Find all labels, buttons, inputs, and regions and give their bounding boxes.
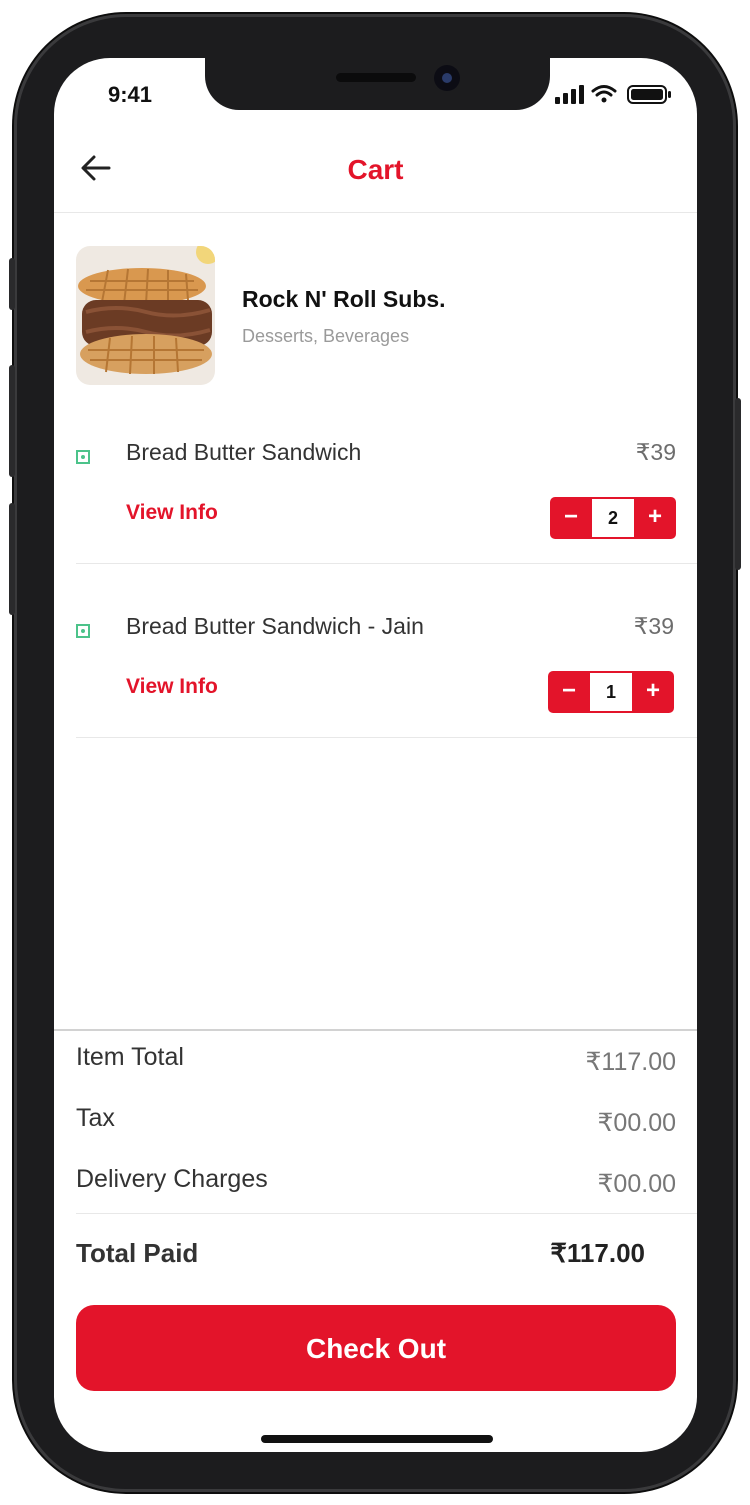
summary-divider bbox=[54, 1029, 697, 1031]
store-categories: Desserts, Beverages bbox=[242, 326, 410, 346]
battery-icon bbox=[627, 85, 671, 104]
home-indicator[interactable] bbox=[261, 1435, 493, 1443]
delivery-value: ₹00.00 bbox=[597, 1170, 676, 1198]
screen: 9:41 Cart Rock N' Roll Subs. Desserts, B… bbox=[54, 58, 697, 1452]
item-divider bbox=[76, 737, 697, 738]
delivery-label: Delivery Charges bbox=[76, 1165, 268, 1193]
mute-switch bbox=[9, 258, 15, 310]
item-name: Bread Butter Sandwich - Jain bbox=[126, 613, 424, 639]
view-info-link[interactable]: View Info bbox=[126, 501, 218, 525]
quantity-stepper: − 1 + bbox=[548, 671, 674, 713]
quantity-value: 2 bbox=[592, 499, 634, 537]
page-title: Cart bbox=[347, 154, 404, 185]
item-price: ₹39 bbox=[635, 439, 676, 465]
tax-row: Tax ₹00.00 bbox=[76, 1104, 676, 1144]
total-divider bbox=[76, 1213, 697, 1214]
wifi-icon bbox=[591, 85, 617, 103]
header: Cart bbox=[54, 138, 697, 213]
speaker-grille bbox=[336, 73, 416, 82]
volume-up-button bbox=[9, 365, 15, 477]
power-button bbox=[735, 398, 741, 570]
checkout-button[interactable]: Check Out bbox=[76, 1305, 676, 1391]
decrement-button[interactable]: − bbox=[548, 671, 590, 713]
increment-button[interactable]: + bbox=[634, 497, 676, 539]
decrement-button[interactable]: − bbox=[550, 497, 592, 539]
volume-down-button bbox=[9, 503, 15, 615]
cellular-signal-icon bbox=[555, 85, 584, 104]
camera-icon bbox=[434, 65, 460, 91]
tax-value: ₹00.00 bbox=[597, 1109, 676, 1137]
item-name: Bread Butter Sandwich bbox=[126, 439, 362, 465]
item-price: ₹39 bbox=[633, 613, 674, 639]
notch bbox=[205, 58, 550, 110]
status-time: 9:41 bbox=[108, 82, 153, 107]
total-paid-value: ₹117.00 bbox=[550, 1238, 645, 1268]
veg-indicator-icon bbox=[76, 624, 90, 638]
tax-label: Tax bbox=[76, 1104, 115, 1132]
delivery-row: Delivery Charges ₹00.00 bbox=[76, 1165, 676, 1205]
status-icons bbox=[555, 83, 673, 105]
item-total-label: Item Total bbox=[76, 1043, 184, 1071]
store-image[interactable] bbox=[76, 246, 215, 385]
increment-button[interactable]: + bbox=[632, 671, 674, 713]
quantity-value: 1 bbox=[590, 673, 632, 711]
item-total-value: ₹117.00 bbox=[585, 1048, 676, 1076]
view-info-link[interactable]: View Info bbox=[126, 675, 218, 699]
total-paid-label: Total Paid bbox=[76, 1238, 199, 1268]
item-divider bbox=[76, 563, 697, 564]
quantity-stepper: − 2 + bbox=[550, 497, 676, 539]
item-total-row: Item Total ₹117.00 bbox=[76, 1043, 676, 1083]
veg-indicator-icon bbox=[76, 450, 90, 464]
store-name: Rock N' Roll Subs. bbox=[242, 286, 446, 312]
